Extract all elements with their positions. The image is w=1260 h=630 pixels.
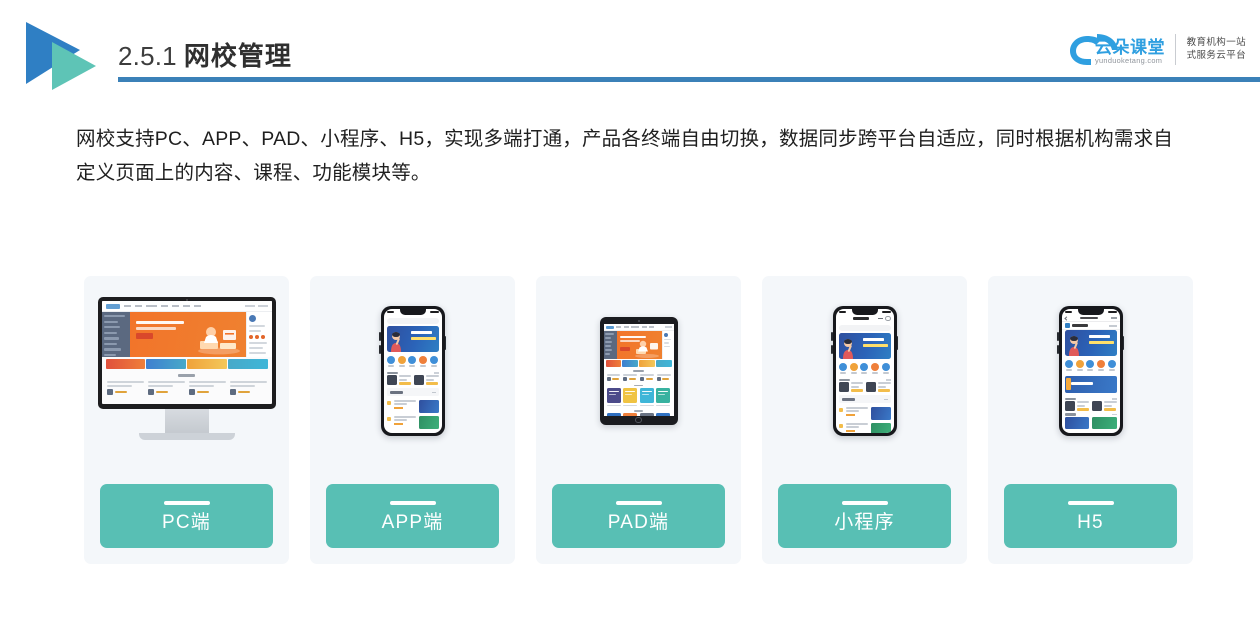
platform-card-miniprogram[interactable]: 小程序: [762, 276, 967, 564]
platform-label-app: APP端: [381, 511, 444, 533]
logo-divider: [1174, 33, 1176, 65]
slide-root: 2.5.1 网校管理 云朵课堂 yunduoketang.com 教育机构一站 …: [0, 0, 1260, 630]
badge-dash: [163, 500, 210, 505]
svg-text:云朵课堂: 云朵课堂: [1095, 37, 1165, 57]
platform-card-row: PC端 APP端 PAD端 小程序 H5: [84, 276, 1193, 564]
ipad-illustration: [599, 317, 678, 425]
device-preview-phone-app: [310, 276, 515, 466]
platform-label-h5: H5: [1077, 511, 1104, 533]
miniprogram-capsule-bar: [836, 315, 894, 322]
device-preview-phone-miniprogram: [762, 276, 967, 466]
cloud-icon: 云朵课堂 yunduoketang.com: [1057, 26, 1169, 72]
iphone-illustration: [379, 306, 446, 436]
badge-dash: [389, 500, 436, 505]
intro-paragraph: 网校支持PC、APP、PAD、小程序、H5，实现多端打通，产品各终端自由切换，数…: [76, 128, 1173, 184]
corporate-logo: 云朵课堂 yunduoketang.com 教育机构一站 式服务云平台: [1057, 26, 1246, 72]
platform-badge-pad[interactable]: PAD端: [552, 484, 725, 548]
platform-badge-miniprogram[interactable]: 小程序: [778, 484, 951, 548]
platform-label-pad: PAD端: [607, 511, 670, 533]
platform-card-pad[interactable]: PAD端: [536, 276, 741, 564]
badge-dash: [841, 500, 888, 505]
h5-site-header: [1061, 322, 1120, 330]
platform-label-pc: PC端: [162, 511, 211, 533]
title-underline-rule: [118, 77, 1260, 82]
svg-text:yunduoketang.com: yunduoketang.com: [1095, 56, 1162, 65]
platform-badge-pc[interactable]: PC端: [100, 484, 273, 548]
corporate-tagline: 教育机构一站 式服务云平台: [1186, 37, 1246, 61]
device-preview-phone-browser: [988, 276, 1193, 466]
device-preview-tablet: [536, 276, 741, 466]
iphone-illustration: [1057, 306, 1124, 436]
platform-card-pc[interactable]: PC端: [84, 276, 289, 564]
slide-header: 2.5.1 网校管理 云朵课堂 yunduoketang.com 教育机构一站 …: [0, 0, 1260, 100]
iphone-illustration: [831, 306, 898, 436]
platform-card-app[interactable]: APP端: [310, 276, 515, 564]
imac-illustration: [97, 297, 276, 445]
badge-dash: [1067, 500, 1114, 505]
double-triangle-play-logo: [20, 16, 106, 90]
section-number: 2.5.1: [118, 41, 177, 71]
device-preview-desktop: [84, 276, 289, 466]
platform-card-h5[interactable]: H5: [988, 276, 1193, 564]
platform-label-miniprogram: 小程序: [834, 511, 895, 533]
platform-badge-app[interactable]: APP端: [326, 484, 499, 548]
platform-badge-h5[interactable]: H5: [1004, 484, 1177, 548]
page-title: 2.5.1 网校管理: [118, 43, 292, 69]
badge-dash: [615, 500, 662, 505]
browser-chrome-bar: [1061, 315, 1120, 322]
section-title: 网校管理: [183, 41, 292, 71]
